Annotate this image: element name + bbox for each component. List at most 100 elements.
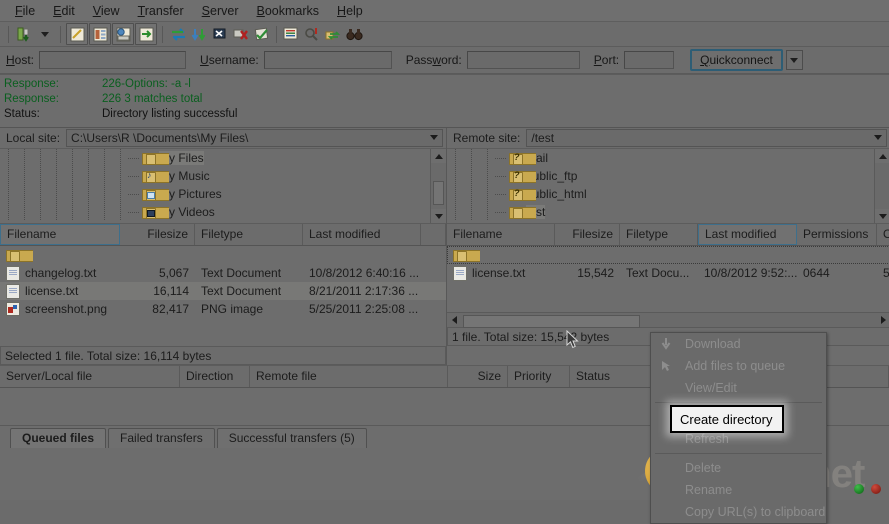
toggle-local-tree-icon[interactable] [89, 23, 111, 45]
queue-column-direction[interactable]: Direction [180, 366, 250, 387]
queue-column-remote-file[interactable]: Remote file [250, 366, 448, 387]
create-directory-callout-label: Create directory [680, 411, 773, 427]
context-menu-item-delete[interactable]: Delete [651, 457, 826, 479]
column-header-filetype[interactable]: Filetype [195, 224, 303, 245]
process-queue-icon[interactable] [189, 24, 209, 44]
queue-column-server-local-file[interactable]: Server/Local file [0, 366, 180, 387]
local-path-value: C:\Users\R \Documents\My Files\ [71, 131, 249, 145]
queue-column-priority[interactable]: Priority [508, 366, 570, 387]
reconnect-icon[interactable] [252, 24, 272, 44]
local-file-list[interactable]: .. changelog.txt 5,067 Text Document 10/… [0, 246, 446, 346]
scroll-down-icon[interactable] [875, 209, 889, 223]
message-log[interactable]: Response: 226-Options: -a -l Response: 2… [0, 74, 889, 128]
site-manager-dropdown-icon[interactable] [35, 24, 55, 44]
menu-item-edit[interactable]: Edit [44, 2, 84, 20]
menu-item-transfer[interactable]: Transfer [129, 2, 193, 20]
menu-item-view[interactable]: View [84, 2, 129, 20]
file-size: 5,067 [158, 266, 189, 280]
file-modified: 10/8/2012 6:40:16 ... [309, 266, 420, 280]
queue-column-size[interactable]: Size [448, 366, 508, 387]
remote-tree-scrollbar[interactable] [874, 149, 889, 223]
tree-item-public-html[interactable]: public_html [447, 185, 874, 203]
tree-item-my-pictures[interactable]: My Pictures [0, 185, 430, 203]
scroll-left-icon[interactable] [447, 314, 461, 327]
context-menu-item-add-files-to-queue[interactable]: Add files to queue [651, 355, 826, 377]
led-red-icon [871, 484, 881, 494]
context-menu-item-rename[interactable]: Rename [651, 479, 826, 501]
context-menu-item-download[interactable]: Download [651, 333, 826, 355]
quickconnect-button[interactable]: Quickconnect [690, 49, 783, 71]
context-menu-item-label: View/Edit [685, 381, 737, 395]
menu-item-file[interactable]: File [6, 2, 44, 20]
tree-item-my-music[interactable]: My Music [0, 167, 430, 185]
table-row[interactable]: license.txt 16,114 Text Document 8/21/20… [0, 282, 446, 300]
find-files-icon[interactable] [344, 24, 364, 44]
column-header-last-modified[interactable]: Last modified [698, 224, 797, 245]
menu-item-server[interactable]: Server [193, 2, 248, 20]
table-row[interactable]: changelog.txt 5,067 Text Document 10/8/2… [0, 264, 446, 282]
tab-successful-transfers[interactable]: Successful transfers (5) [216, 428, 367, 448]
port-input[interactable] [624, 51, 675, 69]
column-header-owner[interactable]: Ow [877, 224, 889, 245]
scroll-up-icon[interactable] [875, 149, 889, 163]
site-manager-icon[interactable] [14, 24, 34, 44]
log-key: Response: [4, 78, 59, 90]
context-menu-item-copy-urls[interactable]: Copy URL(s) to clipboard [651, 501, 826, 523]
tree-item-my-files[interactable]: My Files [0, 149, 430, 167]
table-row[interactable]: .. [447, 246, 889, 264]
scroll-down-icon[interactable] [431, 209, 446, 223]
table-row[interactable]: license.txt 15,542 Text Docu... 10/8/201… [447, 264, 889, 282]
hscroll-track[interactable] [461, 314, 876, 328]
quickconnect-dropdown-icon[interactable] [785, 50, 803, 70]
scroll-right-icon[interactable] [876, 314, 889, 327]
file-type: Text Document [201, 284, 282, 298]
local-directory-tree[interactable]: My Files My Music My Pictures [0, 148, 446, 223]
refresh-icon[interactable] [168, 24, 188, 44]
tree-item-my-videos[interactable]: My Videos [0, 203, 430, 221]
chevron-down-icon[interactable] [430, 135, 438, 140]
column-header-filesize[interactable]: Filesize [120, 224, 195, 245]
column-header-filesize[interactable]: Filesize [555, 224, 620, 245]
remote-directory-tree[interactable]: mail public_ftp public_html [447, 148, 889, 223]
host-input[interactable] [39, 51, 187, 69]
menu-item-help[interactable]: Help [328, 2, 372, 20]
column-header-permissions[interactable]: Permissions [797, 224, 877, 245]
column-header-filetype[interactable]: Filetype [620, 224, 698, 245]
filter-icon[interactable] [281, 24, 301, 44]
menu-item-bookmarks[interactable]: Bookmarks [248, 2, 329, 20]
column-header-filename[interactable]: Filename [0, 224, 120, 245]
table-row[interactable]: screenshot.png 82,417 PNG image 5/25/201… [0, 300, 446, 318]
local-path-combobox[interactable]: C:\Users\R \Documents\My Files\ [66, 129, 443, 147]
context-menu-item-view-edit[interactable]: View/Edit [651, 377, 826, 399]
compare-directories-icon[interactable] [302, 24, 322, 44]
remote-file-list-hscrollbar[interactable] [447, 312, 889, 328]
toggle-message-log-icon[interactable] [66, 23, 88, 45]
toggle-remote-tree-icon[interactable] [112, 23, 134, 45]
toggle-transfer-queue-icon[interactable] [135, 23, 157, 45]
scroll-up-icon[interactable] [431, 149, 446, 163]
hscroll-thumb[interactable] [463, 314, 640, 328]
username-input[interactable] [263, 51, 392, 69]
tree-item-mail[interactable]: mail [447, 149, 874, 167]
password-input[interactable] [466, 51, 580, 69]
remote-path-combobox[interactable]: /test [526, 129, 887, 147]
scroll-thumb[interactable] [433, 181, 444, 205]
file-name: license.txt [25, 284, 79, 298]
context-menu-separator [655, 402, 822, 403]
tree-item-test[interactable]: test [447, 203, 874, 221]
tab-queued-files[interactable]: Queued files [10, 428, 107, 448]
chevron-down-icon[interactable] [874, 135, 882, 140]
remote-path-value: /test [531, 131, 555, 145]
local-tree-scrollbar[interactable] [430, 149, 446, 223]
column-header-filename[interactable]: Filename [447, 224, 555, 245]
create-directory-callout[interactable]: Create directory [670, 405, 784, 433]
cancel-operation-icon[interactable] [210, 24, 230, 44]
column-header-last-modified[interactable]: Last modified [303, 224, 421, 245]
text-document-icon [453, 265, 467, 281]
tab-failed-transfers[interactable]: Failed transfers [108, 428, 215, 448]
synchronized-browsing-icon[interactable] [323, 24, 343, 44]
table-row[interactable]: .. [0, 246, 446, 264]
remote-file-list[interactable]: .. license.txt 15,542 Text Docu... 10/8/… [447, 246, 889, 312]
disconnect-icon[interactable] [231, 24, 251, 44]
tree-item-public-ftp[interactable]: public_ftp [447, 167, 874, 185]
